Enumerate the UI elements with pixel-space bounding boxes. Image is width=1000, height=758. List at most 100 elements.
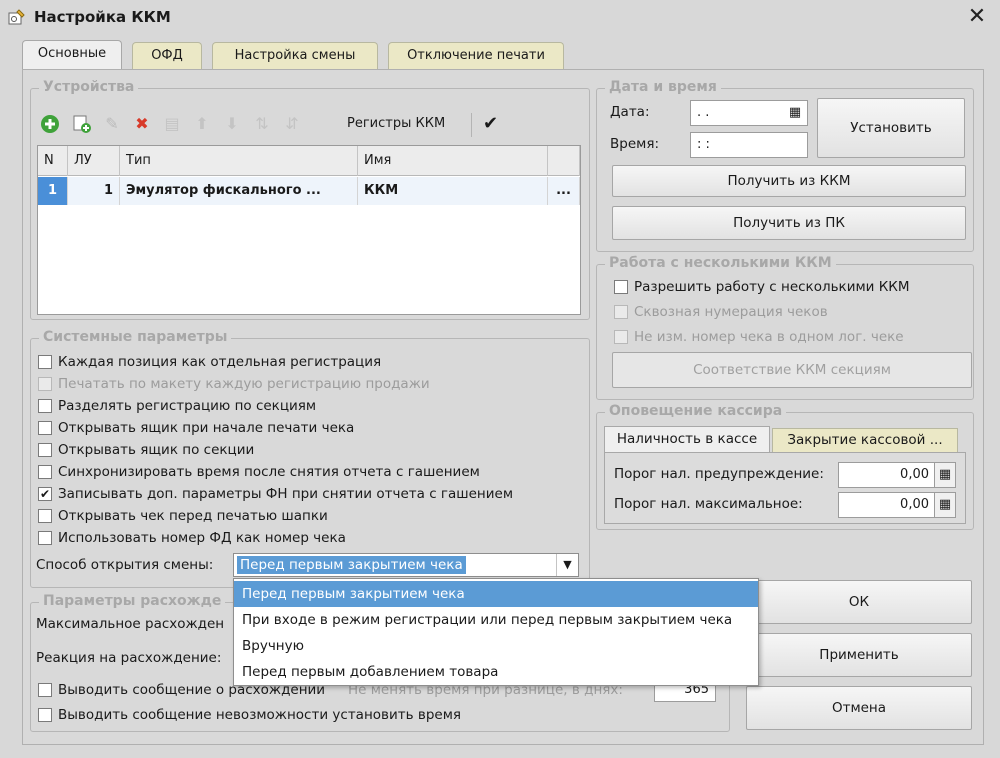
- time-label: Время:: [610, 136, 659, 152]
- edit-icon[interactable]: ✎: [101, 113, 123, 135]
- option-label: Сквозная нумерация чеков: [634, 304, 828, 320]
- multi-kkm-legend: Работа с несколькими ККМ: [605, 255, 836, 271]
- checkbox[interactable]: [38, 683, 52, 697]
- max-discrepancy-label: Максимальное расхожден: [36, 616, 225, 632]
- column-header-lu[interactable]: ЛУ: [68, 146, 120, 176]
- reaction-label: Реакция на расхождение:: [36, 650, 222, 666]
- devices-legend: Устройства: [39, 79, 139, 95]
- chevron-down-icon[interactable]: ▼: [556, 554, 578, 576]
- option-label: Синхронизировать время после снятия отче…: [58, 464, 480, 480]
- toolbar-divider: [471, 113, 472, 137]
- window-title: Настройка ККМ: [34, 8, 171, 26]
- kkm-sections-button[interactable]: Соответствие ККМ секциям: [612, 352, 972, 388]
- tab-shift-settings[interactable]: Настройка смены: [212, 42, 378, 70]
- discrepancy-legend: Параметры расхожде: [39, 593, 226, 609]
- checkmark-icon[interactable]: ✔: [483, 113, 498, 134]
- date-value: . .: [697, 105, 710, 120]
- print-icon[interactable]: ▤: [161, 113, 183, 135]
- sort-desc-icon[interactable]: ⇵: [281, 113, 303, 135]
- checkbox[interactable]: [38, 708, 52, 722]
- cashier-alert-legend: Оповещение кассира: [605, 403, 787, 419]
- calendar-icon[interactable]: ▦: [785, 103, 805, 123]
- date-label: Дата:: [610, 104, 650, 120]
- get-from-kkm-button[interactable]: Получить из ККМ: [612, 165, 966, 197]
- datetime-legend: Дата и время: [605, 79, 721, 95]
- checkbox-checked[interactable]: ✔: [38, 487, 52, 501]
- tab-ofd[interactable]: ОФД: [132, 42, 202, 70]
- checkbox: [614, 330, 628, 344]
- checkbox[interactable]: [38, 421, 52, 435]
- add-icon[interactable]: [39, 113, 61, 135]
- tab-cash-closing[interactable]: Закрытие кассовой ...: [772, 428, 958, 452]
- max-threshold-label: Порог нал. максимальное:: [614, 496, 803, 512]
- copy-add-icon[interactable]: [71, 113, 93, 135]
- ok-button[interactable]: ОК: [746, 580, 972, 624]
- option-label: Разделять регистрацию по секциям: [58, 398, 317, 414]
- column-header-name[interactable]: Имя: [358, 146, 548, 176]
- time-input[interactable]: : :: [690, 132, 808, 158]
- apply-button[interactable]: Применить: [746, 633, 972, 677]
- checkbox[interactable]: [614, 280, 628, 294]
- shift-open-selected-value: Перед первым закрытием чека: [237, 556, 466, 574]
- tab-print-disable[interactable]: Отключение печати: [388, 42, 564, 70]
- option-label: Не изм. номер чека в одном лог. чеке: [634, 329, 904, 345]
- checkbox[interactable]: [38, 509, 52, 523]
- option-label: Открывать чек перед печатью шапки: [58, 508, 328, 524]
- checkbox[interactable]: [38, 465, 52, 479]
- checkbox[interactable]: [38, 355, 52, 369]
- option-label: Использовать номер ФД как номер чека: [58, 530, 346, 546]
- close-icon[interactable]: ✕: [964, 4, 990, 30]
- sort-asc-icon[interactable]: ⇅: [251, 113, 273, 135]
- dropdown-option[interactable]: При входе в режим регистрации или перед …: [234, 607, 758, 633]
- shift-open-label: Способ открытия смены:: [36, 557, 214, 573]
- calculator-icon[interactable]: ▦: [934, 462, 956, 488]
- dropdown-option[interactable]: Перед первым добавлением товара: [234, 659, 758, 685]
- option-label: Открывать ящик по секции: [58, 442, 255, 458]
- date-input[interactable]: . . ▦: [690, 100, 808, 126]
- table-row[interactable]: 1 1 Эмулятор фискального ... ККМ ...: [38, 177, 580, 205]
- get-from-pc-button[interactable]: Получить из ПК: [612, 206, 966, 240]
- column-header-n[interactable]: N: [38, 146, 68, 176]
- cell-n: 1: [38, 177, 68, 205]
- move-up-icon[interactable]: ⬆: [191, 113, 213, 135]
- tab-main[interactable]: Основные: [22, 40, 122, 70]
- shift-open-select[interactable]: Перед первым закрытием чека ▼: [233, 553, 579, 577]
- checkbox[interactable]: [38, 531, 52, 545]
- cancel-button[interactable]: Отмена: [746, 686, 972, 730]
- delete-icon[interactable]: ✖: [131, 113, 153, 135]
- column-header-type[interactable]: Тип: [120, 146, 358, 176]
- tab-cash-in-register[interactable]: Наличность в кассе: [604, 426, 770, 452]
- dropdown-option[interactable]: Вручную: [234, 633, 758, 659]
- warn-threshold-label: Порог нал. предупреждение:: [614, 466, 824, 482]
- calculator-icon[interactable]: ▦: [934, 492, 956, 518]
- option-label: Открывать ящик при начале печати чека: [58, 420, 355, 436]
- cell-type: Эмулятор фискального ...: [120, 177, 358, 205]
- option-label: Записывать доп. параметры ФН при снятии …: [58, 486, 514, 502]
- devices-table: N ЛУ Тип Имя 1 1 Эмулятор фискального ..…: [37, 145, 581, 315]
- shift-open-dropdown-list: Перед первым закрытием чека При входе в …: [233, 578, 759, 686]
- set-time-button[interactable]: Установить: [817, 98, 965, 158]
- checkbox[interactable]: [38, 443, 52, 457]
- warn-threshold-input[interactable]: 0,00: [838, 462, 936, 488]
- cell-lu: 1: [68, 177, 120, 205]
- devices-table-header: N ЛУ Тип Имя: [38, 146, 580, 176]
- system-params-legend: Системные параметры: [39, 329, 232, 345]
- registers-button[interactable]: Регистры ККМ: [347, 116, 445, 131]
- row-more-button[interactable]: ...: [548, 177, 580, 205]
- title-bar: Настройка ККМ ✕: [0, 0, 1000, 34]
- settings-app-icon: [8, 9, 25, 25]
- option-label: Выводить сообщение невозможности установ…: [58, 707, 462, 723]
- option-label: Разрешить работу с несколькими ККМ: [634, 279, 910, 295]
- max-threshold-input[interactable]: 0,00: [838, 492, 936, 518]
- column-header-extra: [548, 146, 580, 176]
- cell-name: ККМ: [358, 177, 548, 205]
- checkbox: [38, 377, 52, 391]
- option-label: Каждая позиция как отдельная регистрация: [58, 354, 382, 370]
- devices-group: Устройства ✎ ✖ ▤ ⬆ ⬇ ⇅ ⇵ Регистры ККМ ✔ …: [30, 79, 590, 320]
- dropdown-option[interactable]: Перед первым закрытием чека: [234, 581, 758, 607]
- move-down-icon[interactable]: ⬇: [221, 113, 243, 135]
- checkbox: [614, 305, 628, 319]
- checkbox[interactable]: [38, 399, 52, 413]
- settings-window: Настройка ККМ ✕ Основные ОФД Настройка с…: [0, 0, 1000, 758]
- option-label: Печатать по макету каждую регистрацию пр…: [58, 376, 430, 392]
